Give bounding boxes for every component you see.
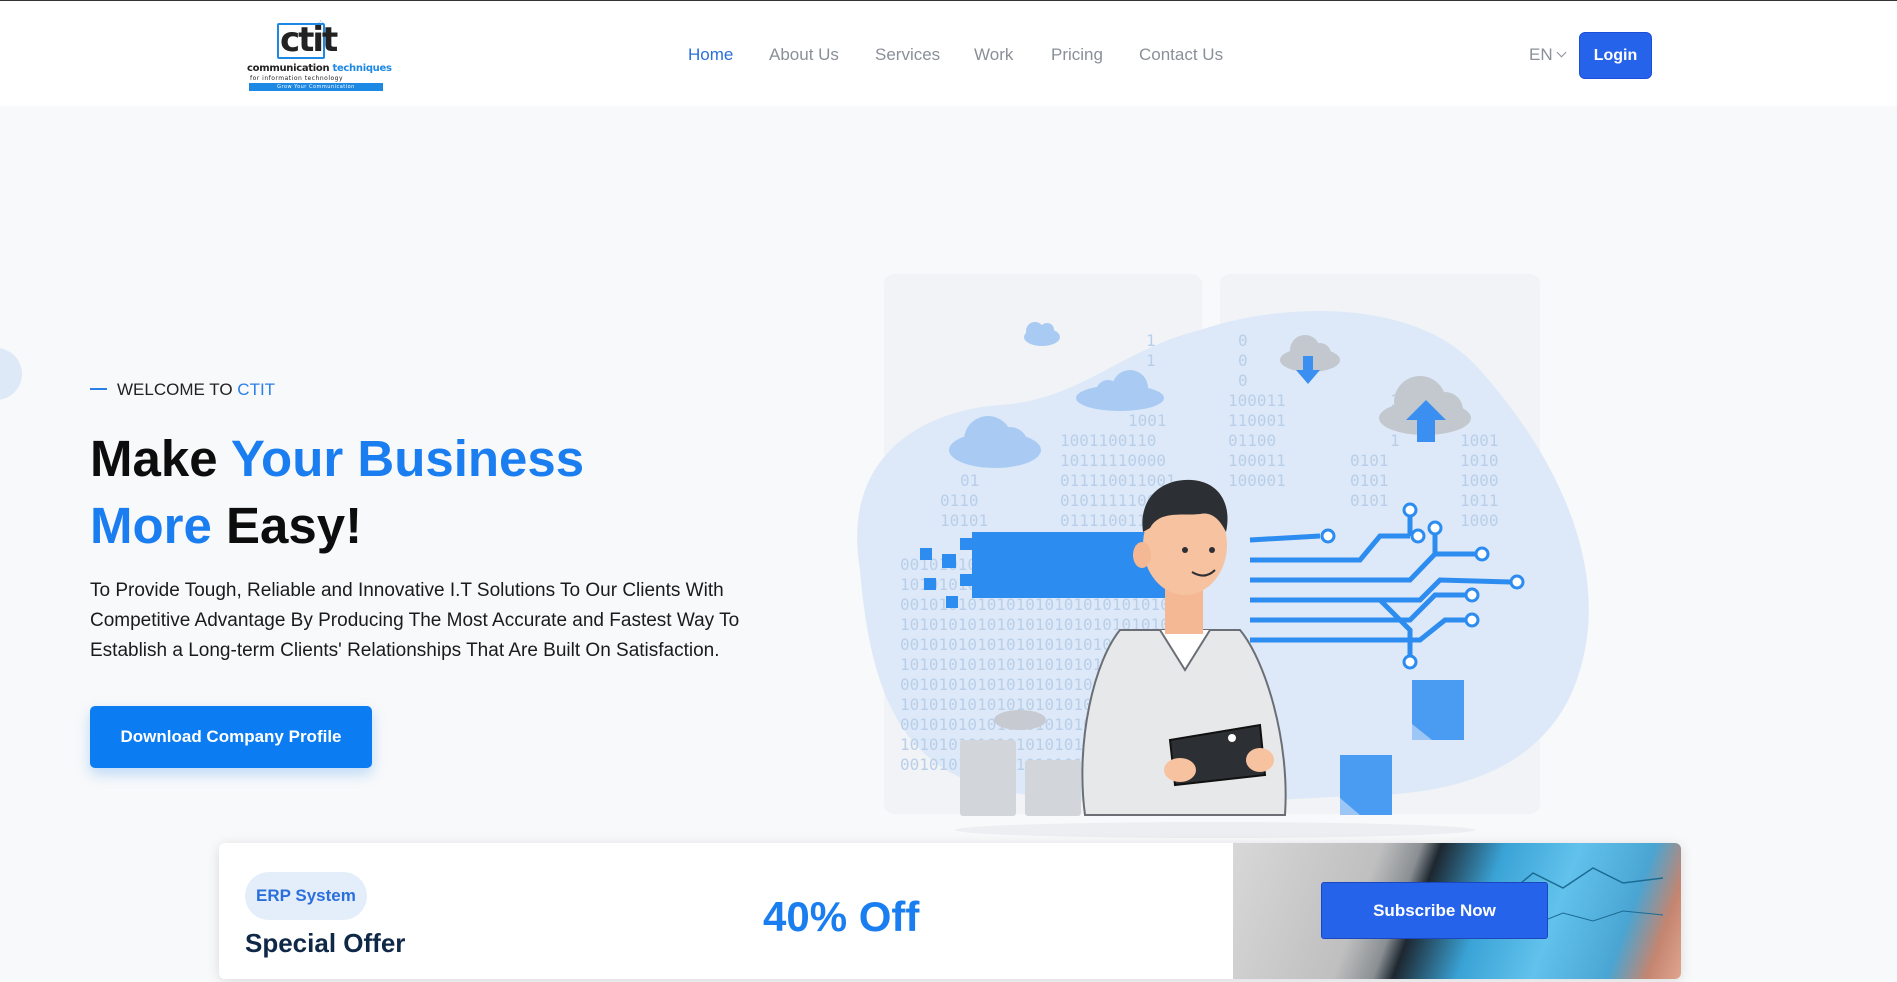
svg-text:0101: 0101 [1350,451,1389,470]
svg-text:1011: 1011 [1460,491,1499,510]
hero-title-part3: More [90,497,212,554]
svg-text:1: 1 [1146,331,1156,350]
svg-text:10101: 10101 [940,511,988,530]
decorative-circle [0,348,22,400]
special-offer-title: Special Offer [245,928,406,958]
svg-text:1000: 1000 [1460,471,1499,490]
floor-shadow [955,822,1475,838]
download-profile-button[interactable]: Download Company Profile [90,706,372,768]
hero-title-part4: Easy! [211,497,363,554]
site-header: ctit ⁘ communication techniques for info… [0,1,1897,106]
nav-about-us[interactable]: About Us [769,45,839,65]
welcome-eyebrow: WELCOME TO CTIT [90,380,275,400]
svg-text:1: 1 [1390,431,1400,450]
svg-text:01: 01 [960,471,979,490]
special-offer-banner: ERP System Special Offer 40% Off Subscri… [219,843,1681,979]
welcome-prefix: WELCOME TO [117,380,233,399]
logo-line3: Grow Your Communication [249,83,383,91]
login-button[interactable]: Login [1579,32,1652,79]
ctit-logo[interactable]: ctit ⁘ communication techniques for info… [247,19,392,91]
nav-pricing[interactable]: Pricing [1051,45,1103,65]
nav-contact-us[interactable]: Contact Us [1139,45,1223,65]
svg-text:01100: 01100 [1228,431,1276,450]
svg-text:1001100110: 1001100110 [1060,431,1156,450]
hero-title-part1: Make [90,430,231,487]
chevron-down-icon [1556,47,1567,58]
svg-text:100011: 100011 [1228,451,1286,470]
svg-text:110001: 110001 [1228,411,1286,430]
language-selector[interactable]: EN [1529,45,1567,65]
svg-text:100001: 100001 [1228,471,1286,490]
erp-system-badge: ERP System [245,872,367,920]
svg-text:1010: 1010 [1460,451,1499,470]
svg-text:1001: 1001 [1460,431,1499,450]
svg-text:0: 0 [1238,331,1248,350]
svg-text:1: 1 [1146,351,1156,370]
svg-text:1001: 1001 [1128,411,1167,430]
language-label: EN [1529,45,1553,64]
subscribe-now-button[interactable]: Subscribe Now [1321,882,1548,939]
svg-text:0: 0 [1238,351,1248,370]
discount-text: 40% Off [763,893,920,940]
logo-line2: for information technology [250,75,344,82]
svg-text:011110011001: 011110011001 [1060,471,1176,490]
logo-line1: communication techniques [247,63,392,74]
welcome-brand: CTIT [237,380,276,399]
hero-title: Make Your Business More Easy! [90,425,584,559]
logo-dots: ⁘ [317,19,325,29]
logo-line1-a: communication [247,63,330,74]
nav-work[interactable]: Work [974,45,1013,65]
svg-text:0110: 0110 [940,491,979,510]
nav-services[interactable]: Services [875,45,940,65]
svg-text:1000: 1000 [1460,511,1499,530]
svg-text:0: 0 [1238,371,1248,390]
svg-text:0101: 0101 [1350,471,1389,490]
logo-line1-b: techniques [332,63,392,74]
hero-illustration: 11 000 10001111000101100100011100001 100… [857,274,1589,838]
logo-mark-text: ctit [280,20,338,60]
eyebrow-dash [90,387,107,390]
svg-text:100011: 100011 [1228,391,1286,410]
hero-description: To Provide Tough, Reliable and Innovativ… [90,580,740,661]
hero-title-part2: Your Business [230,430,585,487]
svg-text:10111110000: 10111110000 [1060,451,1166,470]
nav-home[interactable]: Home [688,45,733,65]
svg-text:0101: 0101 [1350,491,1389,510]
